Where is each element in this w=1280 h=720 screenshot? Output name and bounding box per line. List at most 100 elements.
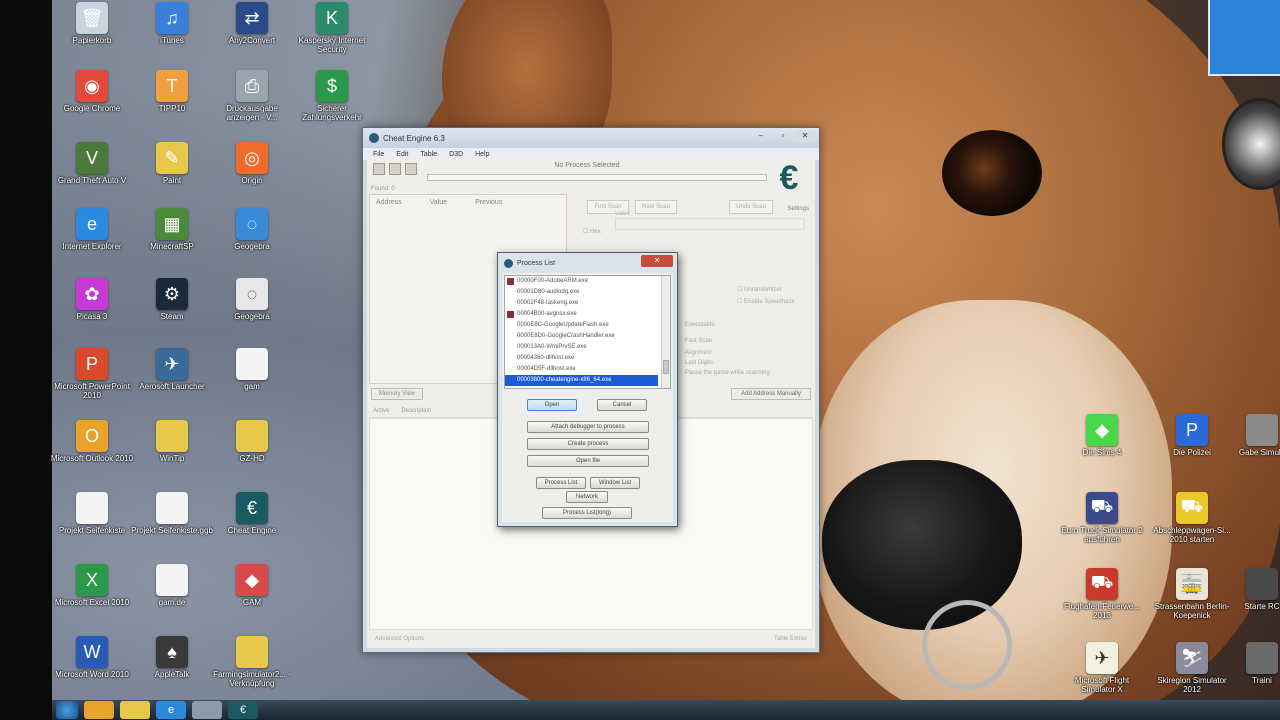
desktop-icon[interactable]: ✈ Aerosoft Launcher bbox=[130, 348, 214, 391]
column-previous[interactable]: Previous bbox=[475, 199, 502, 206]
desktop-icon[interactable]: O Microsoft Outlook 2010 bbox=[50, 420, 134, 463]
unrandomizer-checkbox[interactable]: ☐ Unrandomizer bbox=[737, 286, 782, 293]
maximize-button[interactable]: ▫ bbox=[773, 130, 793, 142]
process-list-scrollbar[interactable] bbox=[661, 276, 670, 388]
desktop-icon[interactable]: ✿ Picasa 3 bbox=[50, 278, 134, 321]
desktop-icon[interactable]: ⇄ Any2Convert bbox=[210, 2, 294, 45]
menu-help[interactable]: Help bbox=[475, 151, 489, 158]
desktop-icon[interactable]: ◌ Geogebra bbox=[210, 278, 294, 321]
desktop-icon[interactable]: ⚙ Steam bbox=[130, 278, 214, 321]
desktop-icon[interactable]: ✎ Paint bbox=[130, 142, 214, 185]
desktop-icon[interactable]: gam.de bbox=[130, 564, 214, 607]
desktop-icon[interactable]: ♫ iTunes bbox=[130, 2, 214, 45]
speedhack-checkbox[interactable]: ☐ Enable Speedhack bbox=[737, 298, 794, 305]
scrollbar-thumb[interactable] bbox=[663, 360, 669, 374]
window-list-tab[interactable]: Window List bbox=[590, 477, 640, 489]
desktop-icon[interactable]: ⎙ Druckausgabe anzeigen - V... bbox=[210, 70, 294, 122]
desktop-icon[interactable]: ✈ Microsoft Flight Simulator X bbox=[1060, 642, 1144, 694]
create-process-button[interactable]: Create process bbox=[527, 438, 649, 450]
open-button[interactable]: Open bbox=[527, 399, 577, 411]
table-extras-link[interactable]: Table Extras bbox=[774, 636, 807, 644]
process-row[interactable]: 00004360-dllhost.exe bbox=[505, 353, 670, 364]
process-row[interactable]: 00004D5F-dllhost.exe bbox=[505, 364, 670, 375]
menu-table[interactable]: Table bbox=[420, 151, 437, 158]
desktop-icon[interactable]: Projekt Seifenkiste.ggb bbox=[130, 492, 214, 535]
open-process-icon[interactable] bbox=[373, 163, 385, 175]
menu-edit[interactable]: Edit bbox=[396, 151, 408, 158]
desktop-icon[interactable]: ⛟ Flughafen-Feuerwe... 2013 bbox=[1060, 568, 1144, 620]
desktop-icon[interactable]: Starte RC bbox=[1220, 568, 1280, 611]
desktop-icon[interactable]: GZ-HD bbox=[210, 420, 294, 463]
taskbar-cheat-engine-icon[interactable]: € bbox=[228, 701, 258, 719]
desktop-icon[interactable]: ♠ AppleTalk bbox=[130, 636, 214, 679]
desktop-icon[interactable]: ◉ Google Chrome bbox=[50, 70, 134, 113]
minimize-button[interactable]: – bbox=[751, 130, 771, 142]
column-active[interactable]: Active bbox=[373, 408, 389, 417]
process-list-dialog[interactable]: Process List ✕ 00000F00-AdobeARM.exe 0000… bbox=[497, 252, 678, 527]
menu-file[interactable]: File bbox=[373, 151, 384, 158]
desktop-icon[interactable]: e Internet Explorer bbox=[50, 208, 134, 251]
desktop-icon[interactable]: Traini bbox=[1220, 642, 1280, 685]
save-icon[interactable] bbox=[405, 163, 417, 175]
desktop-icon[interactable]: ◆ Die Sims 4 bbox=[1060, 414, 1144, 457]
menu-d3d[interactable]: D3D bbox=[449, 151, 463, 158]
memory-view-button[interactable]: Memory View bbox=[371, 388, 423, 400]
value-input[interactable] bbox=[615, 218, 805, 230]
taskbar-explorer-icon[interactable] bbox=[84, 701, 114, 719]
process-row[interactable]: 0000E8C-GoogleUpdateFlash.exe bbox=[505, 320, 670, 331]
taskbar-internet-explorer-icon[interactable]: e bbox=[156, 701, 186, 719]
column-description[interactable]: Description bbox=[401, 408, 431, 417]
desktop-icon[interactable]: ◎ Origin bbox=[210, 142, 294, 185]
network-button[interactable]: Network bbox=[566, 491, 608, 503]
process-list-tab[interactable]: Process List bbox=[536, 477, 586, 489]
process-row[interactable]: 00001D80-audiodg.exe bbox=[505, 287, 670, 298]
process-row[interactable]: 0000E8D0-GoogleCrashHandler.exe bbox=[505, 331, 670, 342]
taskbar-app-icon[interactable] bbox=[192, 701, 222, 719]
taskbar-folder-icon[interactable] bbox=[120, 701, 150, 719]
attach-debugger-button[interactable]: Attach debugger to process bbox=[527, 421, 649, 433]
next-scan-button[interactable]: Next Scan bbox=[635, 200, 677, 214]
desktop-icon[interactable]: $ Sicherer Zahlungsverkehr bbox=[290, 70, 374, 122]
process-row[interactable]: 000013A0-WmiPrvSE.exe bbox=[505, 342, 670, 353]
desktop-icon[interactable]: W Microsoft Word 2010 bbox=[50, 636, 134, 679]
desktop-icon[interactable]: X Microsoft Excel 2010 bbox=[50, 564, 134, 607]
start-button[interactable] bbox=[56, 701, 78, 719]
desktop-icon[interactable]: 🗑 Papierkorb bbox=[50, 2, 134, 45]
desktop-icon[interactable]: gam bbox=[210, 348, 294, 391]
desktop-icon[interactable]: K Kaspersky Internet Security bbox=[290, 2, 374, 54]
undo-scan-button[interactable]: Undo Scan bbox=[729, 200, 773, 214]
desktop-icon[interactable]: WinTip bbox=[130, 420, 214, 463]
desktop-icon[interactable]: ▦ MinecraftSP bbox=[130, 208, 214, 251]
hex-checkbox[interactable]: ☐ Hex bbox=[583, 228, 601, 235]
executable-option[interactable]: Executable bbox=[685, 322, 715, 328]
desktop-icon[interactable]: ⛟ Euro Truck Simulator 2 ausführen bbox=[1060, 492, 1144, 544]
desktop-icon[interactable]: T TIPP10 bbox=[130, 70, 214, 113]
desktop-icon[interactable]: ◆ GAM bbox=[210, 564, 294, 607]
column-address[interactable]: Address bbox=[376, 199, 402, 206]
cancel-button[interactable]: Cancel bbox=[597, 399, 647, 411]
process-row[interactable]: 00003800-cheatengine-x86_64.exe bbox=[505, 375, 658, 386]
process-row[interactable]: 00004B00-avgnsx.exe bbox=[505, 309, 670, 320]
dialog-close-button[interactable]: ✕ bbox=[641, 255, 673, 267]
process-row[interactable]: 00002F48-taskeng.exe bbox=[505, 298, 670, 309]
last-digits-option[interactable]: Last Digits bbox=[685, 360, 713, 366]
desktop-icon[interactable]: Projekt Seifenkiste bbox=[50, 492, 134, 535]
column-value[interactable]: Value bbox=[430, 199, 447, 206]
process-list[interactable]: 00000F00-AdobeARM.exe 00001D80-audiodg.ex… bbox=[504, 275, 671, 389]
desktop-icon[interactable]: Farmingsimulator2... - Verknüpfung bbox=[210, 636, 294, 688]
fast-scan-option[interactable]: Fast Scan bbox=[685, 338, 712, 344]
gadget-tile[interactable] bbox=[1208, 0, 1280, 76]
pause-game-option[interactable]: Pause the game while scanning bbox=[685, 370, 770, 376]
open-file-icon[interactable] bbox=[389, 163, 401, 175]
desktop-icon[interactable]: P Microsoft PowerPoint 2010 bbox=[50, 348, 134, 400]
desktop-icon[interactable]: V Grand Theft Auto V bbox=[50, 142, 134, 185]
open-file-button[interactable]: Open file bbox=[527, 455, 649, 467]
process-list-long-button[interactable]: Process List(long) bbox=[542, 507, 632, 519]
desktop-icon[interactable]: ◌ Geogebra bbox=[210, 208, 294, 251]
desktop-icon[interactable]: Gabe Simula bbox=[1220, 414, 1280, 457]
desktop-icon[interactable]: ⛟ Abschleppwagen-Si... 2010 starten bbox=[1150, 492, 1234, 544]
settings-label[interactable]: Settings bbox=[787, 206, 809, 212]
cheat-engine-settings-icon[interactable]: € bbox=[771, 158, 807, 198]
desktop-icon[interactable]: € Cheat Engine bbox=[210, 492, 294, 535]
advanced-options-link[interactable]: Advanced Options bbox=[375, 636, 424, 644]
